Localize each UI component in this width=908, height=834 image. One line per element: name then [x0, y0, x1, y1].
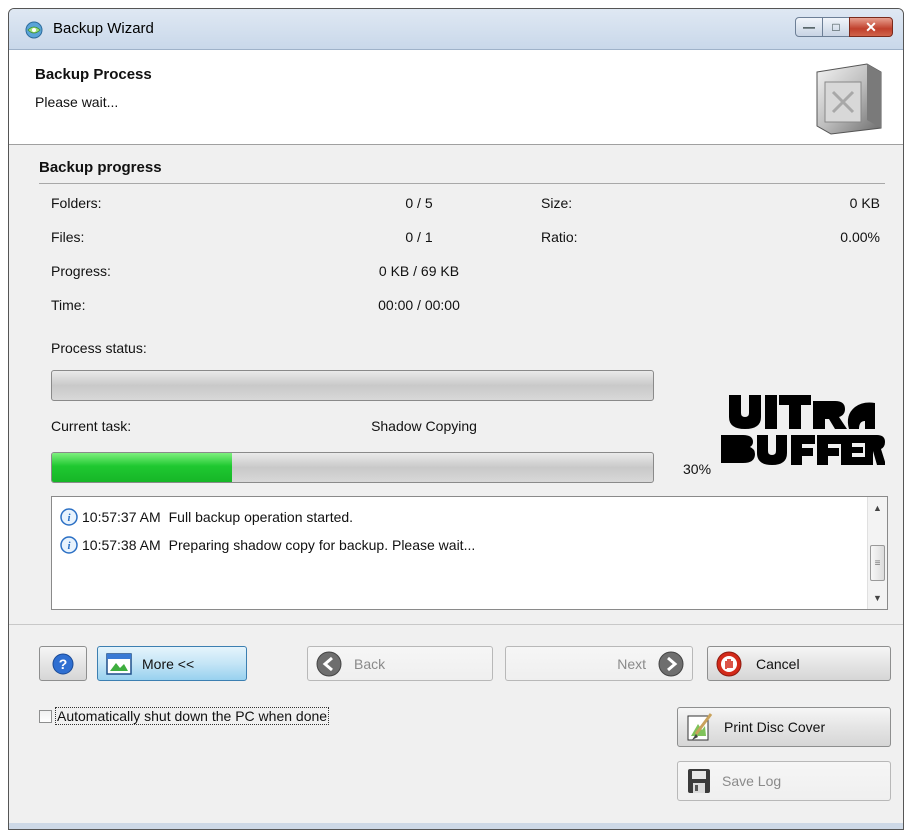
more-button-label: More << [142, 655, 195, 672]
print-disc-cover-label: Print Disc Cover [724, 719, 826, 735]
back-arrow-icon [316, 651, 342, 676]
time-value: 00:00 / 00:00 [378, 297, 460, 313]
task-percent: 30% [683, 461, 712, 477]
maximize-icon: □ [832, 20, 840, 34]
info-icon: i [60, 536, 78, 554]
more-button[interactable]: More << [97, 646, 247, 681]
window-bottom-border [9, 823, 903, 829]
help-icon: ? [52, 653, 74, 674]
section-separator [39, 183, 885, 184]
log-list[interactable]: i 10:57:37 AM Full backup operation star… [51, 496, 888, 610]
window-title: Backup Wizard [53, 20, 154, 37]
save-disk-icon [688, 769, 710, 793]
footer-divider [9, 624, 903, 625]
backup-wizard-window: Backup Wizard — □ ✕ Backup Process Pleas… [8, 8, 904, 830]
folders-value: 0 / 5 [405, 195, 433, 211]
current-task-bar [51, 452, 654, 483]
back-button-label: Back [354, 655, 386, 672]
current-task-fill [52, 453, 233, 482]
minimize-button[interactable]: — [795, 17, 823, 37]
folders-label: Folders: [51, 195, 102, 211]
auto-shutdown-checkbox[interactable] [39, 709, 52, 723]
scroll-down-arrow-icon[interactable]: ▼ [868, 589, 887, 607]
info-icon: i [60, 508, 78, 526]
cancel-button[interactable]: Cancel [707, 646, 891, 681]
close-button[interactable]: ✕ [849, 17, 893, 37]
current-task-label: Current task: [51, 418, 132, 434]
scroll-thumb[interactable]: ≡ [870, 545, 885, 581]
next-button[interactable]: Next [505, 646, 693, 681]
log-message: Full backup operation started. [168, 509, 354, 525]
safe-icon [816, 63, 882, 135]
more-panel-icon [106, 652, 132, 675]
progress-label: Progress: [51, 263, 111, 279]
app-icon [25, 21, 43, 39]
log-time: 10:57:37 AM [82, 509, 161, 525]
log-entry: i 10:57:37 AM Full backup operation star… [60, 507, 353, 527]
header-subtitle: Please wait... [35, 94, 119, 110]
current-task-value: Shadow Copying [371, 418, 477, 434]
help-button[interactable]: ? [39, 646, 87, 681]
next-arrow-icon [658, 651, 684, 676]
print-brush-icon [687, 713, 713, 741]
progress-value: 0 KB / 69 KB [378, 263, 460, 279]
ratio-label: Ratio: [541, 229, 578, 245]
size-value: 0 KB [849, 195, 880, 211]
process-status-bar [51, 370, 654, 401]
svg-text:?: ? [59, 656, 68, 672]
files-value: 0 / 1 [405, 229, 433, 245]
log-time: 10:57:38 AM [82, 537, 161, 553]
close-icon: ✕ [865, 18, 877, 35]
section-title: Backup progress [39, 159, 162, 176]
auto-shutdown-option[interactable]: Automatically shut down the PC when done [39, 707, 330, 725]
scroll-up-arrow-icon[interactable]: ▲ [868, 499, 887, 517]
next-button-label: Next [617, 655, 646, 672]
process-status-label: Process status: [51, 340, 147, 356]
ultrabuffer-logo [721, 395, 885, 465]
back-button[interactable]: Back [307, 646, 493, 681]
stop-hand-icon [716, 651, 742, 676]
maximize-button[interactable]: □ [822, 17, 850, 37]
header-title: Backup Process [35, 66, 152, 83]
save-log-label: Save Log [722, 773, 782, 789]
files-label: Files: [51, 229, 85, 245]
print-disc-cover-button[interactable]: Print Disc Cover [677, 707, 891, 747]
time-label: Time: [51, 297, 86, 313]
log-entry: i 10:57:38 AM Preparing shadow copy for … [60, 535, 475, 555]
size-label: Size: [541, 195, 573, 211]
minimize-icon: — [803, 20, 815, 34]
wizard-header: Backup Process Please wait... [9, 50, 903, 145]
title-bar[interactable]: Backup Wizard — □ ✕ [9, 9, 903, 50]
save-log-button[interactable]: Save Log [677, 761, 891, 801]
log-message: Preparing shadow copy for backup. Please… [168, 537, 476, 553]
log-scrollbar[interactable]: ▲ ≡ ▼ [867, 497, 887, 609]
cancel-button-label: Cancel [756, 655, 800, 672]
auto-shutdown-label[interactable]: Automatically shut down the PC when done [55, 707, 330, 725]
ratio-value: 0.00% [840, 229, 880, 245]
